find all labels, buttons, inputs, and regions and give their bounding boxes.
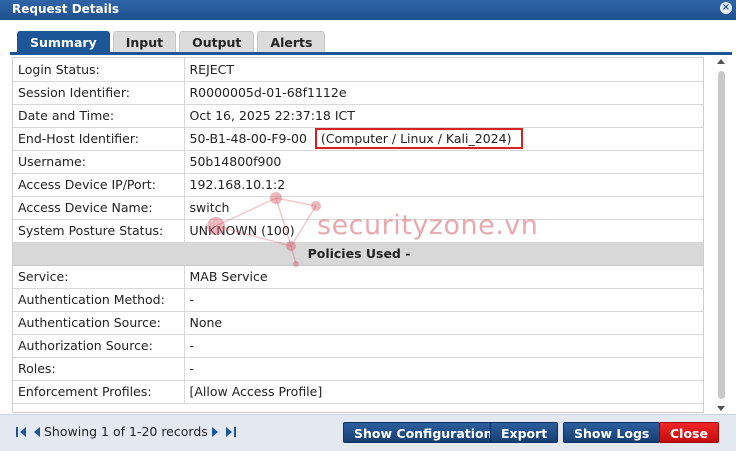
field-label: Access Device IP/Port: xyxy=(13,173,185,197)
session-id-value: R0000005d-01-68f1112e xyxy=(184,81,703,105)
prev-page-icon[interactable] xyxy=(30,426,40,438)
device-profile-highlight: (Computer / Linux / Kali_2024) xyxy=(314,128,524,149)
enforcement-profiles-value: [Allow Access Profile] xyxy=(184,380,703,404)
tab-bar: Summary Input Output Alerts xyxy=(17,31,326,53)
auth-source-value: None xyxy=(184,311,703,335)
show-logs-button[interactable]: Show Logs xyxy=(563,422,661,443)
next-page-icon[interactable] xyxy=(211,426,222,438)
field-label: Authentication Source: xyxy=(13,311,185,335)
tab-input[interactable]: Input xyxy=(112,31,177,53)
table-row: Access Device IP/Port: 192.168.10.1:2 xyxy=(13,173,703,197)
scroll-down-icon[interactable] xyxy=(717,406,725,411)
close-button[interactable]: Close xyxy=(659,422,719,443)
tab-alerts[interactable]: Alerts xyxy=(257,31,326,53)
field-label: Access Device Name: xyxy=(13,196,185,220)
pager: Showing 1 of 1-20 records xyxy=(16,424,236,439)
tab-underline xyxy=(10,52,732,55)
roles-value: - xyxy=(184,357,703,381)
end-host-id-value: 50-B1-48-00-F9-00 xyxy=(189,131,307,146)
field-label: System Posture Status: xyxy=(13,219,185,243)
field-label: Authorization Source: xyxy=(13,334,185,358)
field-label: Session Identifier: xyxy=(13,81,185,105)
table-row: Service: MAB Service xyxy=(13,265,703,289)
table-row: Authorization Source: - xyxy=(13,334,703,358)
field-label: Authentication Method: xyxy=(13,288,185,312)
tab-output[interactable]: Output xyxy=(179,31,255,53)
tab-summary[interactable]: Summary xyxy=(17,31,110,53)
table-row: Authentication Source: None xyxy=(13,311,703,335)
pager-text: Showing 1 of 1-20 records xyxy=(44,424,208,439)
field-label: Roles: xyxy=(13,357,185,381)
end-host-cell: 50-B1-48-00-F9-00 (Computer / Linux / Kal… xyxy=(184,127,703,151)
policies-used-header: Policies Used - xyxy=(13,242,703,266)
window-title: Request Details xyxy=(12,2,120,16)
table-row: Login Status: REJECT xyxy=(13,58,703,82)
export-button[interactable]: Export xyxy=(490,422,559,443)
table-row: Username: 50b14800f900 xyxy=(13,150,703,174)
field-label: Username: xyxy=(13,150,185,174)
field-label: End-Host Identifier: xyxy=(13,127,185,151)
field-label: Login Status: xyxy=(13,58,185,82)
watermark-text: securityzone.vn xyxy=(317,210,539,241)
auth-method-value: - xyxy=(184,288,703,312)
field-label: Enforcement Profiles: xyxy=(13,380,185,404)
date-time-value: Oct 16, 2025 22:37:18 ICT xyxy=(184,104,703,128)
show-configuration-button[interactable]: Show Configuration xyxy=(343,422,504,443)
field-label: Service: xyxy=(13,265,185,289)
field-label: Date and Time: xyxy=(13,104,185,128)
last-page-icon[interactable] xyxy=(225,426,236,438)
authz-source-value: - xyxy=(184,334,703,358)
first-page-icon[interactable] xyxy=(16,426,26,438)
login-status-value: REJECT xyxy=(184,58,703,82)
service-value: MAB Service xyxy=(184,265,703,289)
table-row: Authentication Method: - xyxy=(13,288,703,312)
table-row: Roles: - xyxy=(13,357,703,381)
section-header: Policies Used - xyxy=(13,242,703,266)
title-bar: Request Details × xyxy=(0,0,736,20)
table-row: Enforcement Profiles: [Allow Access Prof… xyxy=(13,380,703,404)
device-ip-value: 192.168.10.1:2 xyxy=(184,173,703,197)
scroll-thumb[interactable] xyxy=(718,71,725,399)
close-icon[interactable]: × xyxy=(720,2,732,14)
scroll-up-icon[interactable] xyxy=(717,59,725,64)
username-value: 50b14800f900 xyxy=(184,150,703,174)
table-row: Date and Time: Oct 16, 2025 22:37:18 ICT xyxy=(13,104,703,128)
table-row: End-Host Identifier: 50-B1-48-00-F9-00 (C… xyxy=(13,127,703,151)
vertical-scrollbar[interactable] xyxy=(715,57,727,413)
footer-bar: Showing 1 of 1-20 records Show Configura… xyxy=(0,414,736,451)
table-row: Session Identifier: R0000005d-01-68f1112… xyxy=(13,81,703,105)
